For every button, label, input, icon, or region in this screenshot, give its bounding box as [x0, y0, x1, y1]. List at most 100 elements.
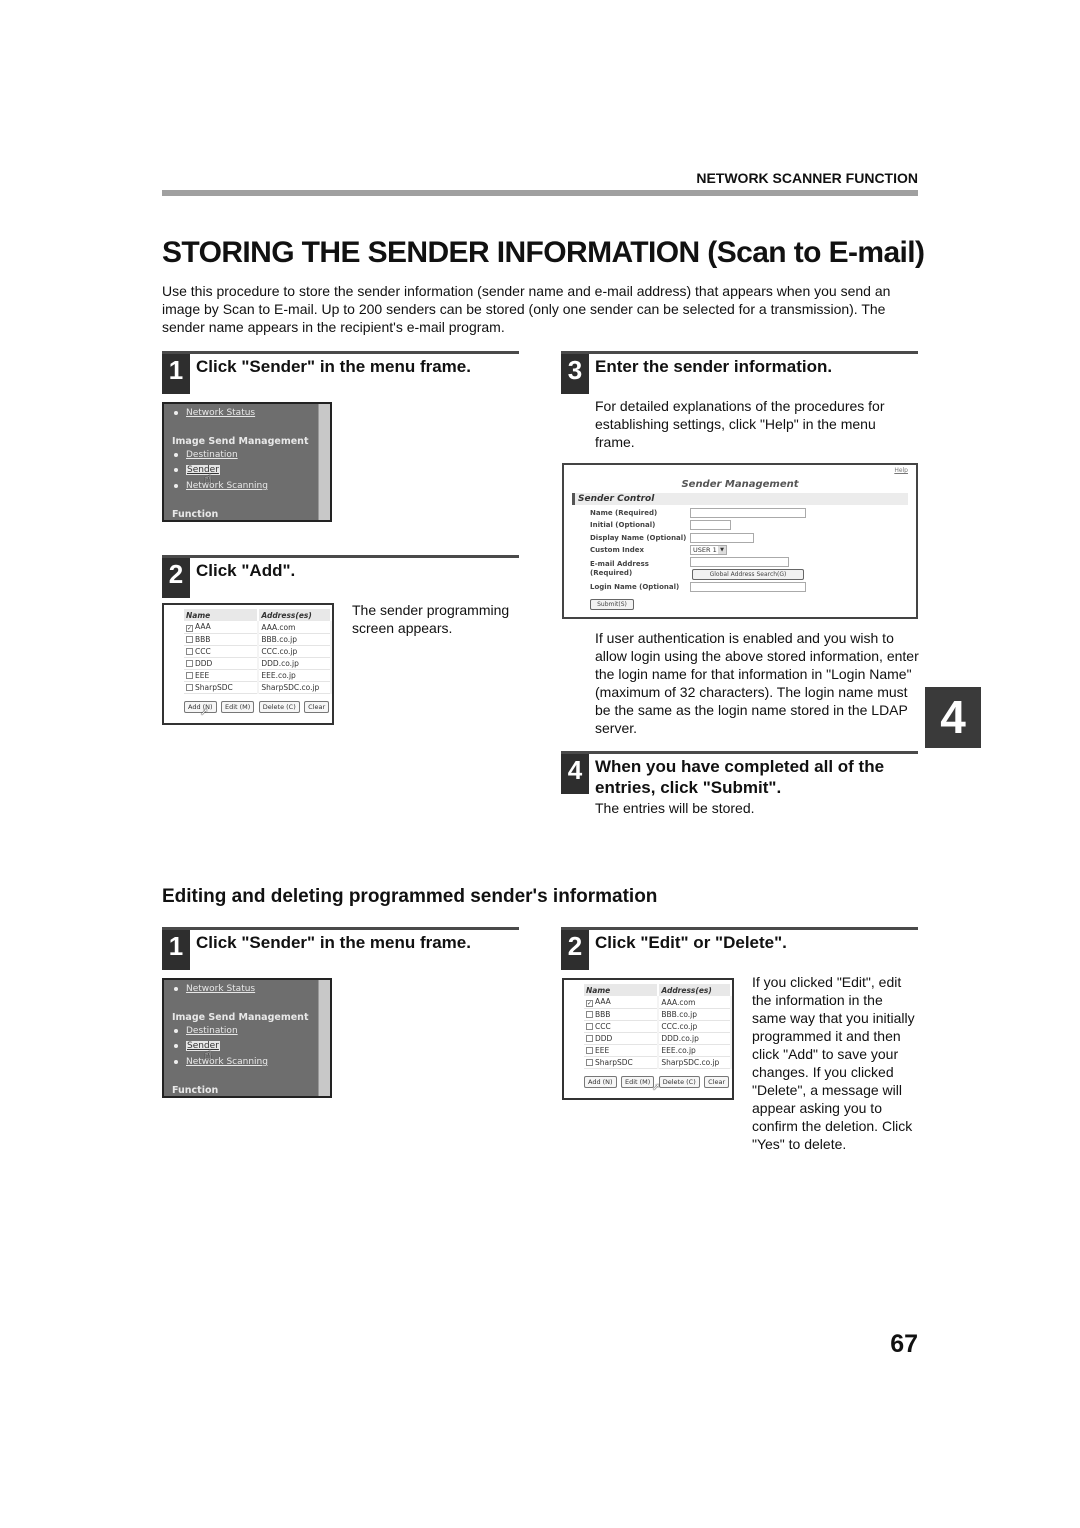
display-name-input[interactable]: [690, 533, 754, 543]
step-title: Click "Add".: [196, 561, 296, 580]
checkbox[interactable]: [586, 1011, 593, 1018]
arrow-cursor-icon: ➚: [652, 1082, 661, 1093]
step-number: 2: [561, 930, 589, 970]
step-number: 1: [162, 354, 190, 394]
login-name-input[interactable]: [690, 582, 806, 592]
checkbox[interactable]: [586, 1047, 593, 1054]
clear-button[interactable]: Clear: [704, 1076, 730, 1088]
menu-heading-image-send: Image Send Management: [172, 436, 309, 447]
edit-button[interactable]: Edit (M): [220, 701, 255, 713]
global-address-search-button[interactable]: Global Address Search(G): [692, 569, 804, 580]
checkbox[interactable]: [186, 672, 193, 679]
column-header-address: Address(es): [258, 609, 332, 621]
initial-input[interactable]: [690, 520, 731, 530]
edit-step-2-heading: 2 Click "Edit" or "Delete".: [561, 927, 918, 970]
table-row[interactable]: CCC CCC.co.jp: [184, 645, 332, 658]
label-name: Name (Required): [590, 509, 658, 517]
clear-button[interactable]: Clear: [304, 701, 330, 713]
label-email: E-mail Address: [590, 560, 649, 568]
table-row[interactable]: DDD DDD.co.jp: [184, 657, 332, 670]
table-row[interactable]: ✓ AAA AAA.com: [584, 996, 732, 1009]
table-row[interactable]: DDD DDD.co.jp: [584, 1032, 732, 1045]
menu-item-network-status[interactable]: Network Status: [174, 408, 255, 418]
intro-paragraph: Use this procedure to store the sender i…: [162, 283, 891, 335]
label-login-name: Login Name (Optional): [590, 583, 680, 591]
table-row[interactable]: SharpSDC SharpSDC.co.jp: [584, 1056, 732, 1069]
email-input[interactable]: [690, 557, 789, 567]
scrollbar[interactable]: [318, 404, 330, 520]
edit-button[interactable]: Edit (M): [620, 1076, 655, 1088]
menu-heading-function: Function: [172, 509, 219, 520]
table-row[interactable]: EEE EEE.co.jp: [584, 1044, 732, 1057]
custom-index-select[interactable]: USER 1 ▼: [690, 545, 727, 555]
table-row[interactable]: SharpSDC SharpSDC.co.jp: [184, 681, 332, 694]
checkbox-checked[interactable]: ✓: [586, 1000, 593, 1007]
column-header-address: Address(es): [658, 984, 732, 996]
label-initial: Initial (Optional): [590, 521, 656, 529]
step-2-text: The sender programming screen appears.: [352, 602, 510, 636]
page-number: 67: [890, 1330, 918, 1358]
step-number: 1: [162, 930, 190, 970]
arrow-cursor-icon: ➚: [200, 707, 209, 718]
checkbox[interactable]: [586, 1035, 593, 1042]
checkbox[interactable]: [186, 636, 193, 643]
menu-item-sender[interactable]: Sender: [174, 465, 220, 475]
delete-button[interactable]: Delete (C): [658, 1076, 700, 1088]
table-row[interactable]: EEE EEE.co.jp: [184, 669, 332, 682]
menu-item-destination[interactable]: Destination: [174, 1026, 238, 1036]
menu-item-network-status[interactable]: Network Status: [174, 984, 255, 994]
hand-cursor-icon: ☝: [204, 472, 212, 487]
step-number: 3: [561, 354, 589, 394]
name-input[interactable]: [690, 508, 806, 518]
label-custom-index: Custom Index: [590, 546, 645, 554]
scrollbar[interactable]: [318, 980, 330, 1096]
checkbox[interactable]: [186, 684, 193, 691]
menu-item-network-scanning[interactable]: Network Scanning: [174, 481, 268, 491]
menu-item-destination[interactable]: Destination: [174, 450, 238, 460]
submit-button[interactable]: Submit(S): [590, 599, 634, 610]
menu-frame-screenshot: Network Status Image Send Management Des…: [162, 402, 332, 522]
sender-management-screenshot: Help Sender Management Sender Control Na…: [562, 463, 918, 619]
hand-cursor-icon: ☝: [204, 1048, 212, 1063]
step-title: When you have completed all of the entri…: [595, 757, 885, 797]
chevron-down-icon: ▼: [718, 546, 726, 554]
sender-list-screenshot: Name Address(es) ✓ AAA AAA.com BBB BBB.co.j…: [162, 603, 334, 725]
checkbox-checked[interactable]: ✓: [186, 625, 193, 632]
chapter-tab: 4: [925, 687, 981, 748]
menu-item-network-scanning[interactable]: Network Scanning: [174, 1057, 268, 1067]
edit-step-2-text: If you clicked "Edit", edit the informat…: [752, 974, 915, 1152]
checkbox[interactable]: [586, 1059, 593, 1066]
table-row[interactable]: ✓ AAA AAA.com: [184, 621, 332, 634]
step-1-heading: 1 Click "Sender" in the menu frame.: [162, 351, 519, 394]
step-number: 2: [162, 558, 190, 598]
step-number: 4: [561, 754, 589, 794]
step-4-text: The entries will be stored.: [595, 800, 755, 816]
table-row[interactable]: BBB BBB.co.jp: [184, 633, 332, 646]
edit-section-heading: Editing and deleting programmed sender's…: [162, 886, 658, 907]
help-link[interactable]: Help: [894, 467, 908, 474]
menu-item-sender[interactable]: Sender: [174, 1041, 220, 1051]
menu-frame-screenshot: Network Status Image Send Management Des…: [162, 978, 332, 1098]
add-button[interactable]: Add (N): [584, 1076, 617, 1088]
sender-list-screenshot: Name Address(es) ✓ AAA AAA.com BBB BBB.co.j…: [562, 978, 734, 1100]
step-3-heading: 3 Enter the sender information.: [561, 351, 918, 394]
page-title: STORING THE SENDER INFORMATION (Scan to …: [162, 236, 925, 269]
checkbox[interactable]: [186, 648, 193, 655]
sender-table: Name Address(es) ✓ AAA AAA.com BBB BBB.co.j…: [584, 984, 732, 1069]
checkbox[interactable]: [186, 660, 193, 667]
step-title: Click "Sender" in the menu frame.: [196, 933, 471, 952]
section-header: NETWORK SCANNER FUNCTION: [696, 170, 918, 186]
checkbox[interactable]: [586, 1023, 593, 1030]
table-row[interactable]: BBB BBB.co.jp: [584, 1008, 732, 1021]
sender-table: Name Address(es) ✓ AAA AAA.com BBB BBB.co.j…: [184, 609, 332, 694]
section-rule: [162, 190, 918, 196]
step-2-heading: 2 Click "Add".: [162, 555, 519, 598]
delete-button[interactable]: Delete (C): [258, 701, 300, 713]
step-title: Enter the sender information.: [595, 357, 833, 376]
menu-heading-image-send: Image Send Management: [172, 1012, 309, 1023]
table-row[interactable]: CCC CCC.co.jp: [584, 1020, 732, 1033]
edit-step-1-heading: 1 Click "Sender" in the menu frame.: [162, 927, 519, 970]
step-title: Click "Sender" in the menu frame.: [196, 357, 471, 376]
column-header-name: Name: [584, 984, 660, 996]
label-email-required: (Required): [590, 569, 633, 577]
